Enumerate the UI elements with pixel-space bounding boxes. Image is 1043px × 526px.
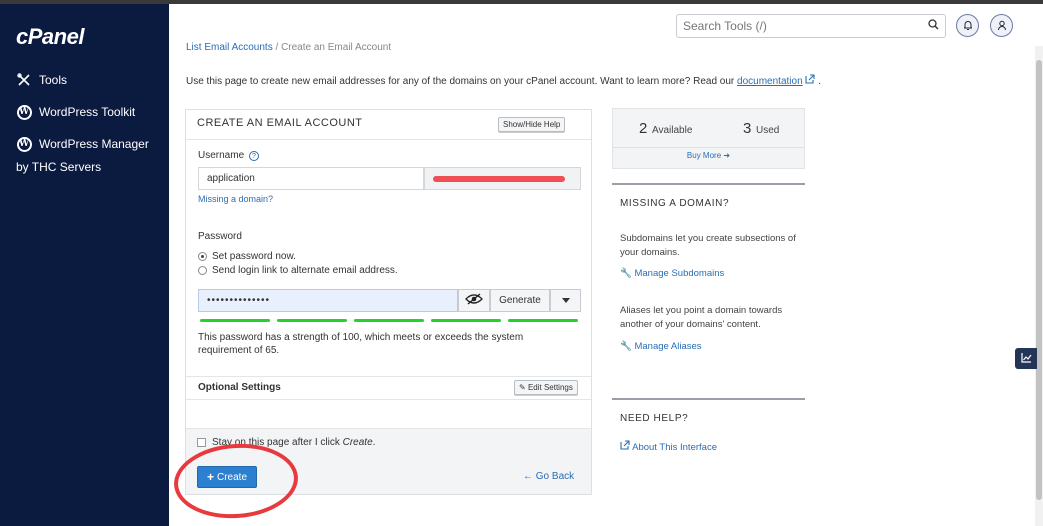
tools-icon [16,72,32,88]
sidebar-item-wordpress-toolkit[interactable]: W WordPress Toolkit [16,101,135,123]
sidebar-item-sublabel: by THC Servers [16,160,102,174]
eye-slash-icon [465,292,483,310]
strength-meter-segment [508,319,578,322]
password-label: Password [198,231,242,242]
radio-label: Send login link to alternate email addre… [212,265,398,276]
panel-divider [186,376,591,377]
notifications-bell-icon[interactable] [956,14,979,37]
buy-more-link[interactable]: Buy More ➜ [613,151,804,160]
arrow-left-icon: ← [523,471,533,482]
toggle-password-visibility-button[interactable] [458,289,490,312]
stay-on-page-checkbox[interactable] [197,438,206,447]
password-input[interactable]: •••••••••••••• [198,289,458,312]
create-email-panel: CREATE AN EMAIL ACCOUNT Show/Hide Help U… [185,109,592,495]
breadcrumb: List Email Accounts / Create an Email Ac… [186,42,391,53]
used-count: 3 [743,120,752,137]
page-intro: Use this page to create new email addres… [186,74,821,87]
strength-meter-segment [431,319,501,322]
used-label: Used [756,125,780,136]
panel-divider [186,399,591,400]
sidebar-item-label: WordPress Manager [39,137,149,151]
username-label: Username ? [198,150,259,161]
wordpress-icon: W [16,104,32,120]
section-rule [612,183,805,185]
radio-unselected[interactable] [198,266,207,275]
help-icon[interactable]: ? [248,151,259,161]
breadcrumb-list-email-accounts[interactable]: List Email Accounts [186,42,273,53]
radio-label: Set password now. [212,251,296,262]
need-help-title: NEED HELP? [620,413,689,424]
search-input[interactable]: Search Tools (/) [676,14,946,38]
manage-aliases-label: Manage Aliases [634,341,702,352]
subdomains-description: Subdomains let you create subsections of… [620,233,796,258]
arrow-circle-right-icon: ➜ [723,151,731,160]
sidebar-item-wordpress-manager[interactable]: W WordPress Manager [16,133,149,155]
search-icon[interactable] [928,19,939,33]
wrench-icon: 🔧 [620,341,632,352]
go-back-link[interactable]: ← Go Back [523,471,574,482]
strength-meter-segment [200,319,270,322]
user-account-icon[interactable] [990,14,1013,37]
manage-subdomains-link[interactable]: 🔧 Manage Subdomains [620,268,724,279]
panel-title: CREATE AN EMAIL ACCOUNT [197,117,363,129]
strength-meter-segment [277,319,347,322]
pencil-icon: ✎ [519,383,526,392]
about-this-interface-label: About This Interface [632,442,717,453]
redacted-domain [433,176,565,182]
search-placeholder: Search Tools (/) [683,19,767,33]
sidebar-item-label: Tools [39,73,68,87]
aliases-description: Aliases let you point a domain towards a… [620,305,783,330]
section-rule [612,398,805,400]
go-back-label: Go Back [535,471,575,482]
available-count: 2 [639,120,648,137]
show-hide-help-button[interactable]: Show/Hide Help [498,117,566,132]
wordpress-icon: W [16,136,32,152]
external-link-icon [805,74,818,87]
email-account-stats: 2 Available 3 Used Buy More ➜ [612,108,805,169]
top-header: Search Tools (/) [169,4,1043,46]
generate-password-button[interactable]: Generate [490,289,550,312]
sidebar: cPanel Tools W WordPress Toolkit W WordP… [0,4,169,526]
buy-more-label: Buy More [686,151,722,160]
strength-meter-segment [354,319,424,322]
chart-icon [1020,350,1032,368]
manage-aliases-link[interactable]: 🔧 Manage Aliases [620,341,702,352]
manage-subdomains-label: Manage Subdomains [634,268,725,279]
about-this-interface-link[interactable]: About This Interface [620,440,717,453]
missing-domain-link[interactable]: Missing a domain? [198,194,273,204]
password-strength-text: This password has a strength of 100, whi… [198,332,524,356]
missing-domain-title: MISSING A DOMAIN? [620,198,730,209]
cpanel-logo[interactable]: cPanel [16,24,84,50]
intro-tail: . [818,76,821,87]
radio-set-password-now[interactable]: Set password now. [198,251,296,262]
breadcrumb-current: Create an Email Account [281,42,392,53]
username-input[interactable]: application [198,167,424,190]
documentation-link[interactable]: documentation [737,76,803,87]
stats-divider [613,147,804,148]
external-link-icon [620,440,632,453]
domain-select[interactable] [424,167,581,190]
edit-settings-button[interactable]: ✎ Edit Settings [514,380,578,395]
radio-selected[interactable] [198,252,207,261]
sidebar-item-tools[interactable]: Tools [16,69,67,91]
caret-down-icon [561,296,570,305]
scrollbar-thumb[interactable] [1036,60,1042,500]
optional-settings-label: Optional Settings [198,382,281,393]
radio-send-login-link[interactable]: Send login link to alternate email addre… [198,265,398,276]
edit-settings-label: Edit Settings [527,383,573,392]
wrench-icon: 🔧 [620,268,632,279]
intro-text: Use this page to create new email addres… [186,76,735,87]
sidebar-item-label: WordPress Toolkit [39,105,136,119]
generate-options-dropdown[interactable] [550,289,581,312]
breadcrumb-separator: / [275,42,279,53]
available-label: Available [652,125,693,136]
panel-divider [186,139,591,140]
stats-panel-toggle-button[interactable] [1015,348,1037,369]
username-label-text: Username [198,150,245,161]
